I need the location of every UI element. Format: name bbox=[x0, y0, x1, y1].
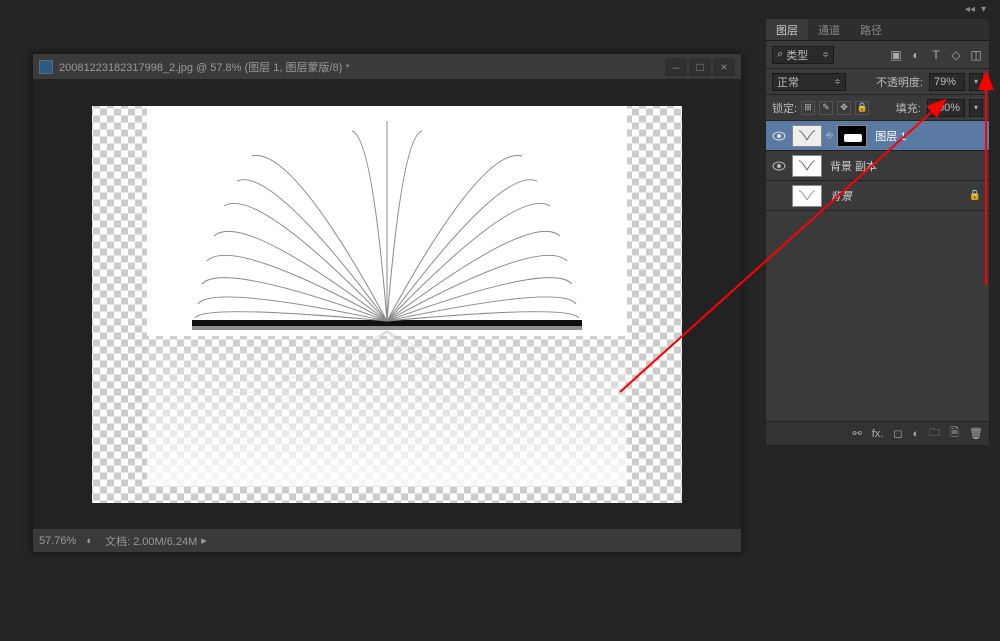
document-title: 20081223182317998_2.jpg @ 57.8% (图层 1, 图… bbox=[59, 59, 665, 75]
lock-label: 锁定: bbox=[772, 100, 797, 116]
document-canvas[interactable] bbox=[33, 80, 741, 528]
zoom-preview-icon[interactable]: ◐ bbox=[86, 535, 93, 547]
layer-name[interactable]: 图层 1 bbox=[875, 128, 906, 144]
layer-thumbnail[interactable] bbox=[792, 125, 822, 147]
document-statusbar: 57.76% ◐ 文档: 2.00M/6.24M ▸ bbox=[33, 528, 741, 552]
tab-layers[interactable]: 图层 bbox=[766, 19, 808, 40]
layer-fx-button[interactable]: fx. bbox=[872, 428, 884, 440]
panel-collapse-icon[interactable]: ◂◂ bbox=[965, 4, 975, 18]
layers-list: ⎆ 图层 1 背景 副本 背景 🔒 bbox=[766, 121, 989, 421]
new-layer-button[interactable]: 🗎 bbox=[950, 424, 959, 443]
layer-mask-thumbnail[interactable] bbox=[837, 125, 867, 147]
link-icon[interactable]: ⎆ bbox=[826, 130, 833, 141]
layer-filter-row: ⌕ 类型≑ ▣ ◐ T ◇ ◫ bbox=[766, 41, 989, 69]
visibility-eye-icon[interactable] bbox=[772, 131, 786, 141]
lock-fill-row: 锁定: ⊞ ✎ ✥ 🔒 填充: 100% ▾ bbox=[766, 95, 989, 121]
new-group-button[interactable]: 🗀 bbox=[929, 424, 940, 443]
tab-paths[interactable]: 路径 bbox=[850, 19, 892, 40]
document-titlebar[interactable]: 20081223182317998_2.jpg @ 57.8% (图层 1, 图… bbox=[33, 54, 741, 80]
close-button[interactable]: × bbox=[713, 58, 735, 76]
layers-panel-footer: ⚯ fx. ◻ ◐ 🗀 🗎 🗑 bbox=[766, 421, 989, 445]
tab-channels[interactable]: 通道 bbox=[808, 19, 850, 40]
filter-text-icon[interactable]: T bbox=[929, 48, 943, 62]
lock-pixels-icon[interactable]: ✎ bbox=[819, 101, 833, 115]
layer-row-bg[interactable]: 背景 🔒 bbox=[766, 181, 989, 211]
minimize-button[interactable]: – bbox=[665, 58, 687, 76]
layer-thumbnail[interactable] bbox=[792, 185, 822, 207]
layer-name[interactable]: 背景 bbox=[830, 188, 852, 204]
link-layers-button[interactable]: ⚯ bbox=[853, 427, 862, 440]
layers-panel: 图层 通道 路径 ⌕ 类型≑ ▣ ◐ T ◇ ◫ 正常≑ 不透明度: 79% ▾ bbox=[765, 18, 990, 446]
app-icon bbox=[39, 60, 53, 74]
blend-opacity-row: 正常≑ 不透明度: 79% ▾ bbox=[766, 69, 989, 95]
layer-row-1[interactable]: ⎆ 图层 1 bbox=[766, 121, 989, 151]
lock-icon: 🔒 bbox=[969, 190, 981, 201]
panel-menu-icon[interactable]: ▾ bbox=[981, 4, 986, 18]
opacity-label: 不透明度: bbox=[876, 74, 923, 90]
visibility-eye-icon[interactable] bbox=[772, 161, 786, 171]
filter-smart-icon[interactable]: ◫ bbox=[969, 48, 983, 62]
filter-type-select[interactable]: ⌕ 类型≑ bbox=[772, 46, 834, 64]
fill-dropdown[interactable]: ▾ bbox=[969, 99, 983, 117]
delete-layer-button[interactable]: 🗑 bbox=[969, 427, 983, 440]
status-arrow-icon[interactable]: ▸ bbox=[201, 534, 207, 547]
lock-transparent-icon[interactable]: ⊞ bbox=[801, 101, 815, 115]
new-adjustment-button[interactable]: ◐ bbox=[913, 428, 920, 440]
canvas-content bbox=[92, 106, 682, 503]
panel-tabs: 图层 通道 路径 bbox=[766, 19, 989, 41]
zoom-value[interactable]: 57.76% bbox=[39, 535, 76, 547]
add-mask-button[interactable]: ◻ bbox=[893, 427, 902, 440]
document-window: 20081223182317998_2.jpg @ 57.8% (图层 1, 图… bbox=[32, 53, 742, 553]
layers-panel-container: ◂◂ ▾ 图层 通道 路径 ⌕ 类型≑ ▣ ◐ T ◇ ◫ 正常≑ 不透明度: bbox=[765, 4, 990, 446]
maximize-button[interactable]: □ bbox=[689, 58, 711, 76]
fill-label: 填充: bbox=[896, 100, 921, 116]
layer-row-bg-copy[interactable]: 背景 副本 bbox=[766, 151, 989, 181]
layer-name[interactable]: 背景 副本 bbox=[830, 158, 877, 174]
opacity-value[interactable]: 79% bbox=[929, 73, 965, 91]
lock-position-icon[interactable]: ✥ bbox=[837, 101, 851, 115]
filter-pixel-icon[interactable]: ▣ bbox=[889, 48, 903, 62]
layer-thumbnail[interactable] bbox=[792, 155, 822, 177]
opacity-dropdown[interactable]: ▾ bbox=[969, 73, 983, 91]
fill-value[interactable]: 100% bbox=[927, 99, 965, 117]
filter-adjust-icon[interactable]: ◐ bbox=[909, 48, 923, 62]
doc-info[interactable]: 文档: 2.00M/6.24M bbox=[105, 533, 197, 549]
blend-mode-select[interactable]: 正常≑ bbox=[772, 73, 846, 91]
lock-all-icon[interactable]: 🔒 bbox=[855, 101, 869, 115]
filter-shape-icon[interactable]: ◇ bbox=[949, 48, 963, 62]
